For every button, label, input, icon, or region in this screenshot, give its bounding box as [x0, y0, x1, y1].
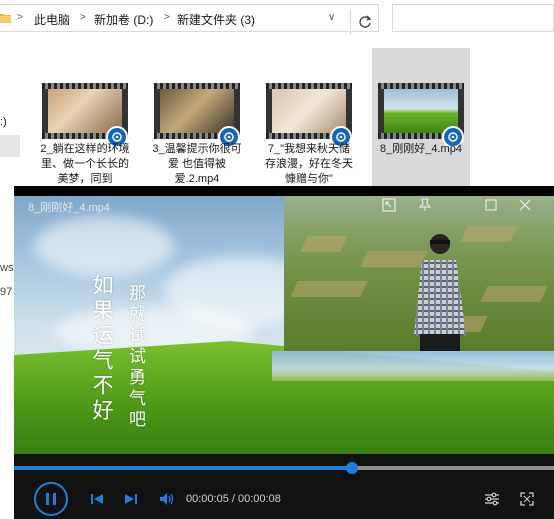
previous-icon: [91, 494, 103, 504]
breadcrumb-this-pc[interactable]: 此电脑: [34, 11, 70, 28]
file-tile-selected[interactable]: 8_刚刚好_4.mp4: [372, 48, 470, 188]
nav-item-label[interactable]: ws: [0, 262, 13, 274]
settings-icon: [485, 492, 499, 506]
person-figure: [414, 234, 466, 351]
next-icon: [125, 494, 137, 504]
file-name: 8_刚刚好_4.mp4: [380, 143, 462, 155]
file-name: 2_躺在这样的环境里、做一个长长的美梦，同到: [40, 143, 130, 185]
progress-handle[interactable]: [345, 462, 358, 474]
player-controls: 00:00:05 / 00:00:08: [14, 454, 554, 519]
volume-icon: [160, 493, 174, 505]
address-bar[interactable]: > 此电脑 > 新加卷 (D:) > 新建文件夹 (3) ∨: [0, 4, 379, 35]
file-tile[interactable]: 7_"我想来秋天储存浪漫，好在冬天慷赠与你": [260, 48, 358, 188]
picture-in-picture-icon: [382, 198, 396, 212]
file-name: 7_"我想来秋天储存浪漫，好在冬天慷赠与你": [265, 143, 353, 185]
progress-fill: [14, 466, 352, 470]
breadcrumb-folder[interactable]: 新建文件夹 (3): [177, 11, 255, 28]
pin-button[interactable]: [414, 194, 436, 216]
maximize-icon: [485, 199, 497, 211]
pin-icon: [418, 198, 432, 211]
folder-icon: [0, 14, 11, 23]
nav-item-label[interactable]: 97: [0, 286, 12, 298]
refresh-button[interactable]: [350, 9, 378, 35]
maximize-button[interactable]: [480, 194, 502, 216]
pause-button[interactable]: [34, 482, 68, 516]
refresh-icon: [358, 15, 371, 28]
previous-button[interactable]: [88, 490, 106, 508]
breadcrumb-drive[interactable]: 新加卷 (D:): [94, 11, 153, 28]
nav-selected-item[interactable]: [0, 135, 20, 157]
navigation-pane: :): [0, 36, 20, 186]
volume-button[interactable]: [158, 490, 176, 508]
progress-bar[interactable]: [14, 462, 554, 474]
nav-item-drive-label[interactable]: :): [0, 116, 7, 128]
breadcrumb-separator: >: [164, 12, 170, 23]
horizon-strip: [272, 351, 554, 381]
search-input[interactable]: [392, 4, 554, 32]
breadcrumb-separator: >: [17, 12, 23, 23]
fullscreen-button[interactable]: [518, 490, 536, 508]
time-display: 00:00:05 / 00:00:08: [186, 493, 281, 505]
player-title: 8_刚刚好_4.mp4: [28, 202, 110, 214]
fullscreen-icon: [520, 492, 534, 506]
video-player-window[interactable]: 如果运气不好 那就试试勇气吧 8_刚刚好_4.mp4 00:00:05 / 00…: [14, 186, 554, 519]
file-tile[interactable]: 3_温馨提示你很可爱 也值得被爱.2.mp4: [148, 48, 246, 188]
video-frame[interactable]: 如果运气不好 那就试试勇气吧: [14, 196, 554, 481]
close-button[interactable]: [514, 194, 536, 216]
breadcrumb-separator: >: [80, 12, 86, 23]
overlay-text-1: 如果运气不好: [90, 274, 114, 424]
next-button[interactable]: [122, 490, 140, 508]
close-icon: [519, 199, 531, 211]
address-row: > 此电脑 > 新加卷 (D:) > 新建文件夹 (3) ∨: [0, 0, 554, 36]
time-separator: /: [228, 493, 238, 505]
pause-icon: [46, 493, 56, 505]
file-tile[interactable]: 2_躺在这样的环境里、做一个长长的美梦，同到: [36, 48, 134, 188]
picture-in-picture-button[interactable]: [378, 194, 400, 216]
time-total: 00:00:08: [238, 493, 281, 505]
overlay-text-2: 那就试试勇气吧: [125, 284, 145, 431]
address-dropdown-icon[interactable]: ∨: [328, 12, 335, 23]
player-titlebar: 8_刚刚好_4.mp4: [14, 186, 554, 222]
file-name: 3_温馨提示你很可爱 也值得被爱.2.mp4: [152, 143, 242, 185]
settings-button[interactable]: [483, 490, 501, 508]
time-current: 00:00:05: [186, 493, 229, 505]
